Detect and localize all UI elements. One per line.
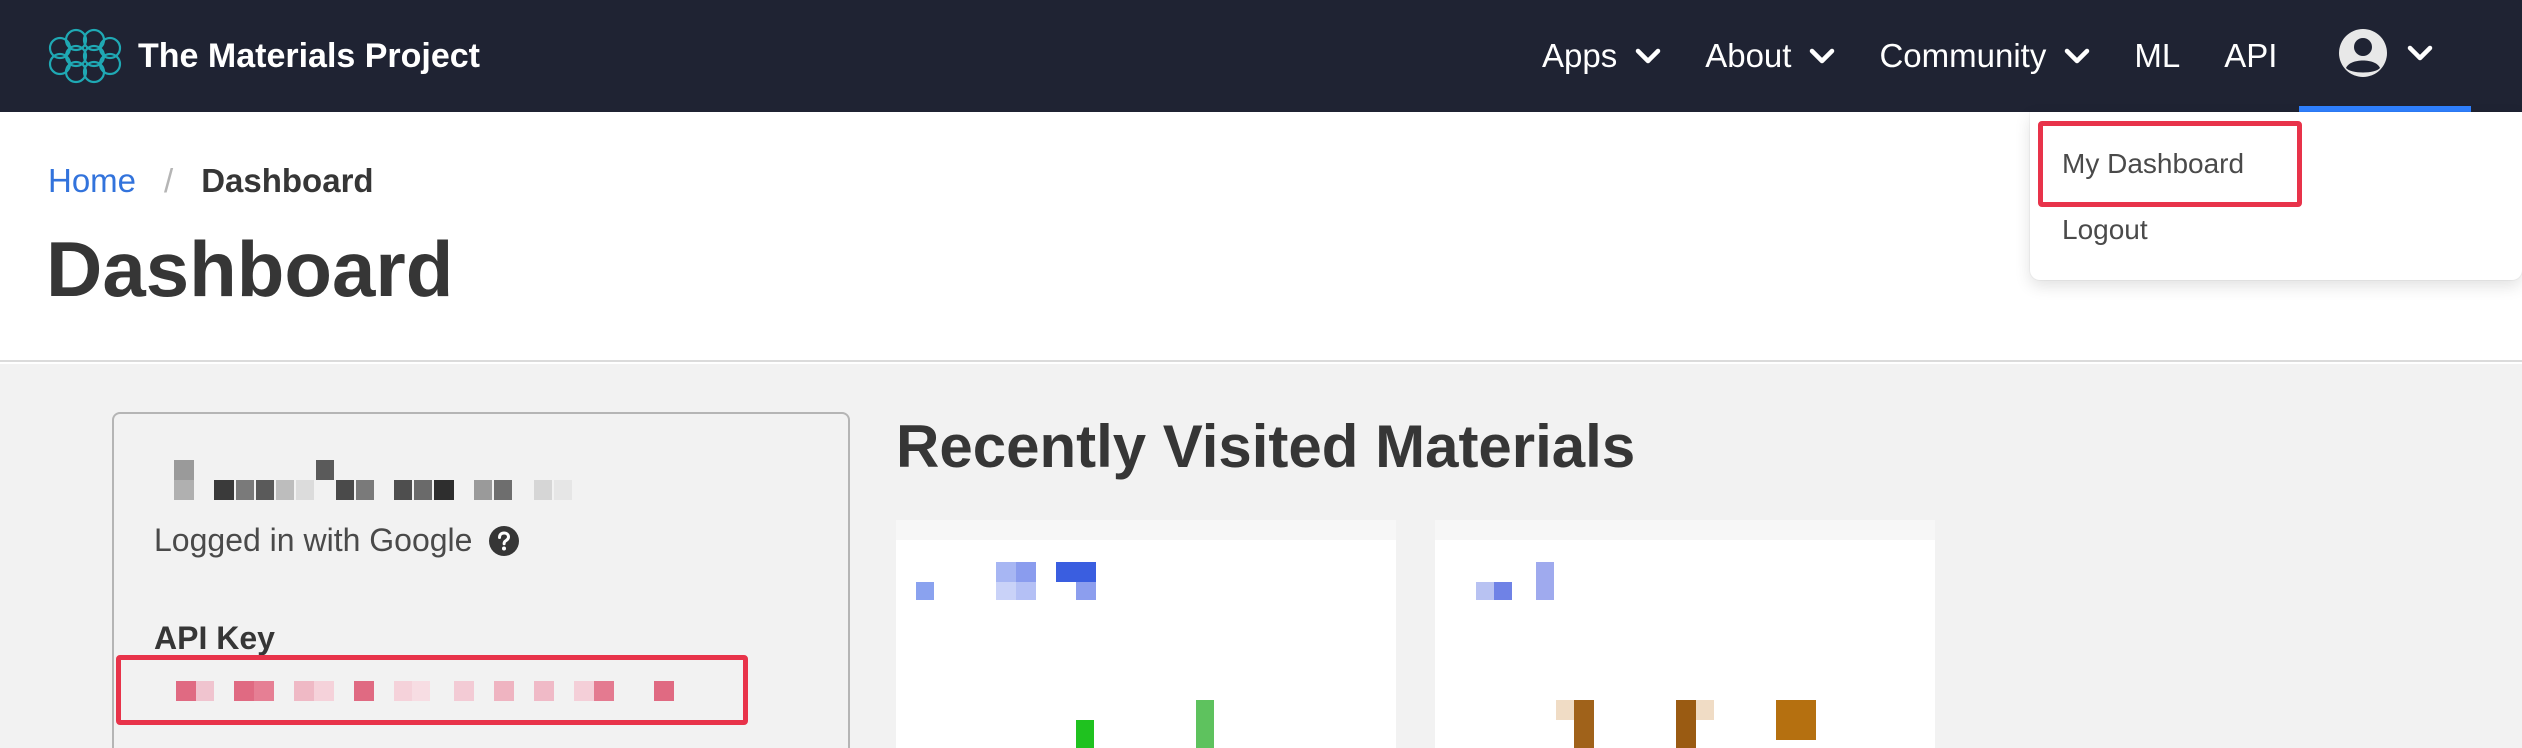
chevron-down-icon	[2065, 48, 2090, 64]
chevron-down-icon	[1635, 48, 1661, 64]
user-dropdown-menu: My Dashboard Logout	[2030, 112, 2522, 280]
chevron-down-icon	[1810, 48, 1835, 64]
materials-project-logo-icon	[48, 28, 122, 84]
nav-apps[interactable]: Apps	[1520, 0, 1683, 112]
nav-ml-label: ML	[2134, 37, 2181, 74]
material-card-1-top	[896, 520, 1396, 540]
material-card-2-top	[1435, 520, 1935, 540]
recently-visited-title: Recently Visited Materials	[896, 413, 1636, 480]
profile-card	[112, 412, 850, 748]
brand-link[interactable]: The Materials Project	[46, 22, 480, 90]
nav-community[interactable]: Community	[1857, 0, 2112, 112]
brand-title: The Materials Project	[138, 36, 481, 75]
nav-api[interactable]: API	[2202, 0, 2299, 112]
login-method: Logged in with Google	[154, 522, 520, 559]
breadcrumb: Home / Dashboard	[48, 162, 374, 200]
nav-apps-label: Apps	[1542, 37, 1618, 74]
breadcrumb-home-link[interactable]: Home	[48, 162, 136, 200]
nav-ml[interactable]: ML	[2112, 0, 2202, 112]
breadcrumb-separator: /	[164, 162, 174, 199]
question-circle-icon[interactable]	[488, 525, 520, 557]
user-menu-toggle[interactable]	[2299, 0, 2472, 112]
menu-item-logout[interactable]: Logout	[2062, 214, 2148, 246]
nav-about[interactable]: About	[1683, 0, 1857, 112]
material-card[interactable]	[896, 540, 1396, 748]
navbar-menu: Apps About Community ML API	[1520, 0, 2472, 112]
nav-about-label: About	[1705, 37, 1792, 74]
user-circle-icon	[2339, 29, 2388, 77]
menu-item-my-dashboard[interactable]: My Dashboard	[2062, 148, 2244, 180]
top-navbar: The Materials Project Apps About Communi…	[0, 0, 2522, 112]
breadcrumb-current: Dashboard	[201, 162, 374, 199]
nav-api-label: API	[2224, 37, 2278, 74]
page-title: Dashboard	[46, 225, 454, 313]
chevron-down-icon	[2408, 45, 2433, 61]
login-method-label: Logged in with Google	[154, 522, 473, 558]
api-key-label: API Key	[154, 620, 275, 656]
nav-community-label: Community	[1879, 37, 2047, 74]
